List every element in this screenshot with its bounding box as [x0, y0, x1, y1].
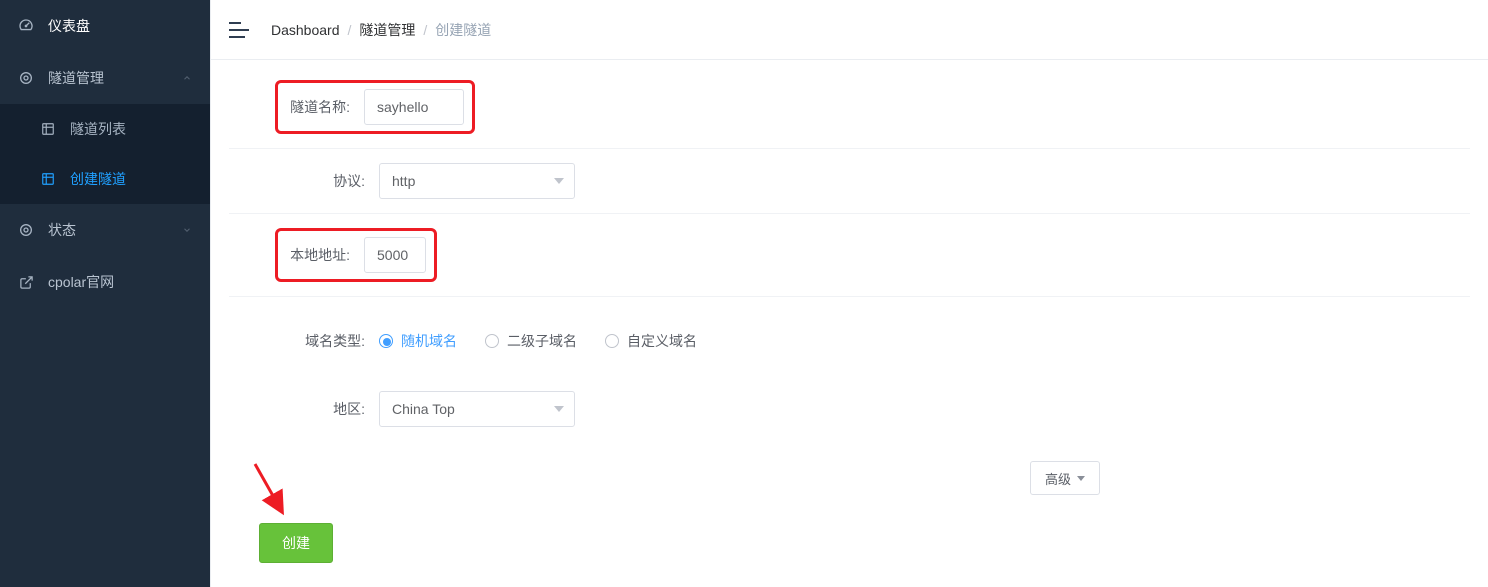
radio-label: 随机域名 [401, 331, 457, 351]
chevron-down-icon [182, 222, 192, 238]
sidebar-item-dashboard[interactable]: 仪表盘 [0, 0, 210, 52]
sidebar-item-status[interactable]: 状态 [0, 204, 210, 256]
row-tunnel-name: 隧道名称: [229, 74, 1470, 148]
label-tunnel-name: 隧道名称: [286, 97, 364, 117]
breadcrumb: Dashboard / 隧道管理 / 创建隧道 [271, 20, 491, 40]
annotation-box-tunnel-name: 隧道名称: [275, 80, 475, 134]
advanced-button[interactable]: 高级 [1030, 461, 1100, 495]
sidebar-item-label: 仪表盘 [48, 16, 90, 36]
input-tunnel-name[interactable] [364, 89, 464, 125]
menu-toggle-icon[interactable] [229, 22, 249, 38]
create-tunnel-form: 隧道名称: 协议: http 本地地址: [229, 74, 1470, 577]
label-protocol: 协议: [229, 171, 379, 191]
sidebar-item-label: 创建隧道 [70, 169, 126, 189]
radio-domain-random[interactable]: 随机域名 [379, 331, 457, 351]
external-link-icon [18, 274, 34, 290]
radio-group-domain-type: 随机域名 二级子域名 自定义域名 [379, 331, 697, 351]
breadcrumb-sep: / [423, 22, 427, 38]
radio-dot-icon [485, 334, 499, 348]
main: Dashboard / 隧道管理 / 创建隧道 隧道名称: 协议: [210, 0, 1488, 587]
input-local-addr[interactable] [364, 237, 426, 273]
select-protocol[interactable]: http [379, 163, 575, 199]
annotation-box-local-addr: 本地地址: [275, 228, 437, 282]
row-domain-type: 域名类型: 随机域名 二级子域名 自定义域名 [229, 296, 1470, 365]
label-region: 地区: [229, 399, 379, 419]
sidebar: 仪表盘 隧道管理 隧道列表 [0, 0, 210, 587]
row-submit: 创建 [229, 505, 1470, 577]
sidebar-item-label: 隧道列表 [70, 119, 126, 139]
label-local-addr: 本地地址: [286, 245, 364, 265]
sidebar-submenu-tunnel: 隧道列表 创建隧道 [0, 104, 210, 204]
sidebar-item-label: 状态 [48, 220, 76, 240]
create-button[interactable]: 创建 [259, 523, 333, 563]
sidebar-item-label: 隧道管理 [48, 68, 104, 88]
breadcrumb-item[interactable]: 隧道管理 [359, 20, 415, 40]
radio-domain-sub[interactable]: 二级子域名 [485, 331, 577, 351]
chevron-up-icon [182, 70, 192, 86]
select-value: China Top [392, 401, 455, 417]
create-label: 创建 [282, 533, 310, 553]
grid-icon [40, 121, 56, 137]
select-value: http [392, 173, 415, 189]
sidebar-item-tunnel-create[interactable]: 创建隧道 [0, 154, 210, 204]
ring-icon [18, 70, 34, 86]
advanced-label: 高级 [1045, 469, 1071, 488]
label-domain-type: 域名类型: [229, 331, 379, 351]
breadcrumb-sep: / [348, 22, 352, 38]
triangle-down-icon [1077, 476, 1085, 481]
row-protocol: 协议: http [229, 148, 1470, 213]
row-advanced: 高级 [229, 441, 1470, 505]
sidebar-item-label: cpolar官网 [48, 272, 114, 292]
row-local-addr: 本地地址: [229, 213, 1470, 296]
breadcrumb-item-current: 创建隧道 [435, 20, 491, 40]
topbar: Dashboard / 隧道管理 / 创建隧道 [211, 0, 1488, 60]
select-region[interactable]: China Top [379, 391, 575, 427]
gauge-icon [18, 18, 34, 34]
radio-label: 自定义域名 [627, 331, 697, 351]
sidebar-item-tunnel-list[interactable]: 隧道列表 [0, 104, 210, 154]
chevron-down-icon [554, 406, 564, 412]
radio-label: 二级子域名 [507, 331, 577, 351]
ring-icon [18, 222, 34, 238]
row-region: 地区: China Top [229, 365, 1470, 441]
grid-icon [40, 171, 56, 187]
sidebar-item-tunnel-mgmt[interactable]: 隧道管理 [0, 52, 210, 104]
content: 隧道名称: 协议: http 本地地址: [211, 60, 1488, 587]
radio-dot-icon [605, 334, 619, 348]
chevron-down-icon [554, 178, 564, 184]
radio-dot-icon [379, 334, 393, 348]
breadcrumb-item[interactable]: Dashboard [271, 22, 340, 38]
sidebar-item-cpolar-site[interactable]: cpolar官网 [0, 256, 210, 308]
radio-domain-custom[interactable]: 自定义域名 [605, 331, 697, 351]
